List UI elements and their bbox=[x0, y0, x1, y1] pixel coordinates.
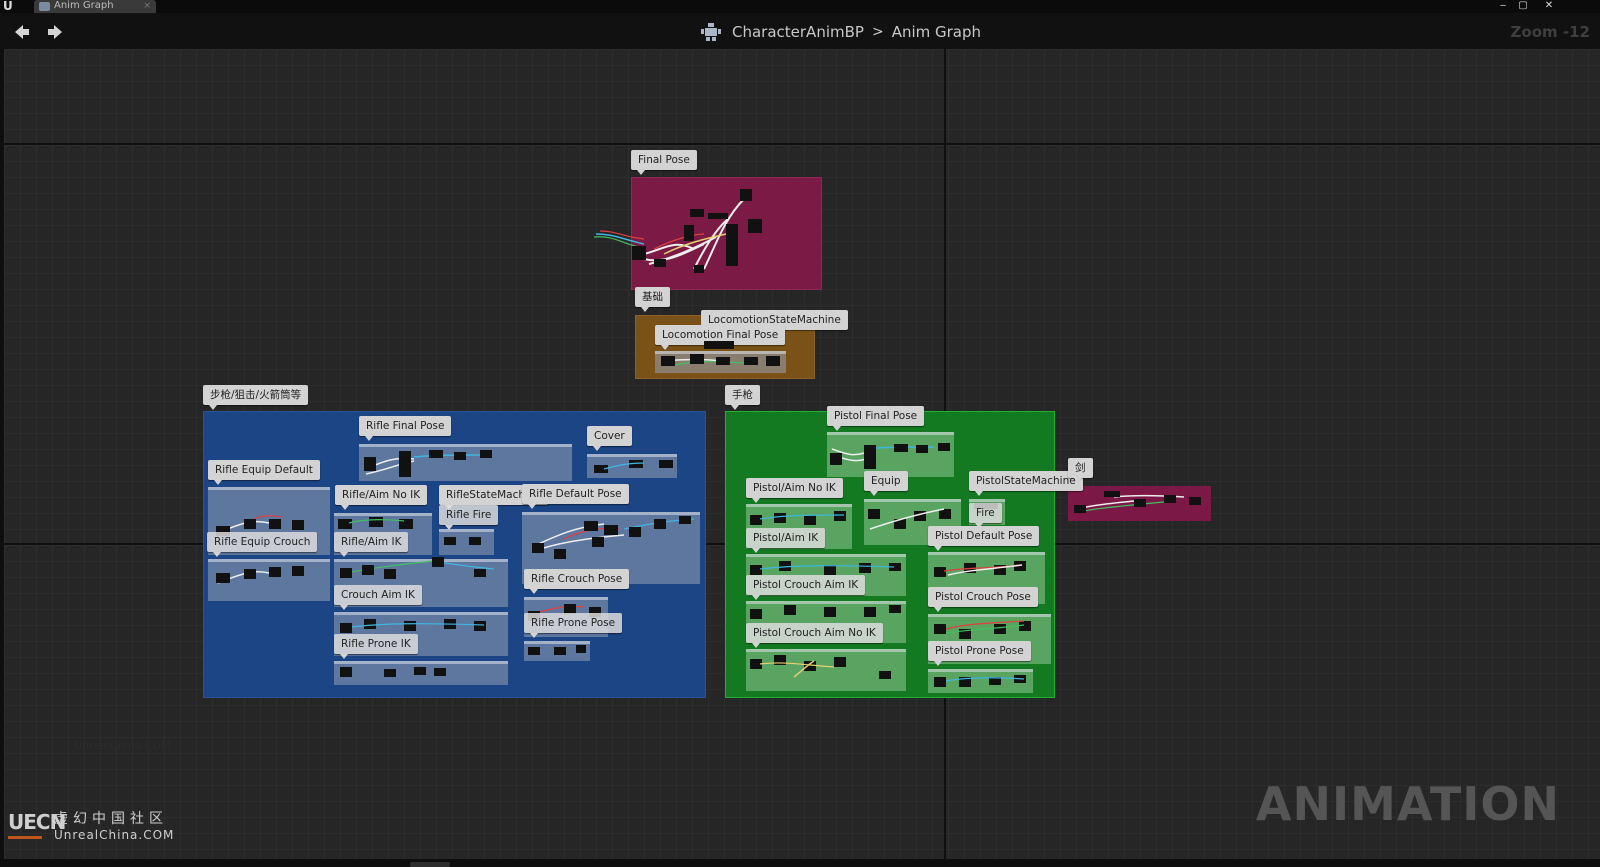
comment-label-rifle-prone-ik[interactable]: Rifle Prone IK bbox=[334, 634, 418, 659]
comment-label-pistol-crouch-pose[interactable]: Pistol Crouch Pose bbox=[928, 587, 1038, 612]
comment-label-pistol-crouch-aim[interactable]: Pistol Crouch Aim IK bbox=[746, 575, 866, 600]
subcomment-pistol-crouch-no-ik[interactable] bbox=[746, 649, 906, 691]
comment-label-rifle-crouch-pose[interactable]: Rifle Crouch Pose bbox=[524, 569, 630, 594]
comment-label-sword-group[interactable]: 剑 bbox=[1068, 458, 1093, 483]
unrealchina-brand: UECN 虚幻中国社区 UnrealChina.COM bbox=[8, 806, 188, 846]
comment-label-rifle-equip-default[interactable]: Rifle Equip Default bbox=[208, 460, 320, 485]
comment-label-locomotion-final[interactable]: Locomotion Final Pose bbox=[655, 325, 786, 350]
faint-watermark: UnrealChina.COM bbox=[74, 739, 171, 752]
back-button[interactable] bbox=[13, 23, 31, 41]
comment-label-rifle-final[interactable]: Rifle Final Pose bbox=[359, 416, 452, 441]
graph-canvas[interactable]: Final Pose 基础 LocomotionStateMachine Loc… bbox=[4, 49, 1600, 859]
comment-label-pistol-aim-ik[interactable]: Pistol/Aim IK bbox=[746, 528, 826, 553]
arrow-right-icon bbox=[48, 25, 62, 39]
forward-button[interactable] bbox=[46, 23, 64, 41]
comment-label-rifle-prone-pose[interactable]: Rifle Prone Pose bbox=[524, 613, 623, 638]
bottom-scrollbar[interactable] bbox=[0, 859, 1600, 867]
subcomment-cover[interactable] bbox=[587, 454, 677, 478]
breadcrumb-separator: > bbox=[871, 24, 884, 40]
comment-label-base[interactable]: 基础 bbox=[635, 287, 670, 312]
subcomment-rifle-final[interactable] bbox=[359, 444, 572, 481]
unreal-logo-icon: U bbox=[3, 0, 13, 13]
subcomment-rifle-prone-pose[interactable] bbox=[524, 641, 590, 661]
breadcrumb-graph[interactable]: Anim Graph bbox=[892, 23, 981, 41]
comment-label-rifle-default-pose[interactable]: Rifle Default Pose bbox=[522, 484, 629, 509]
close-window-button[interactable]: ✕ bbox=[1540, 0, 1558, 13]
logo-underline bbox=[8, 836, 42, 839]
comment-label-fire[interactable]: Fire bbox=[969, 503, 1002, 528]
comment-sword-group[interactable] bbox=[1068, 486, 1211, 521]
tab-close-icon[interactable]: × bbox=[143, 0, 151, 12]
tab-label: Anim Graph bbox=[54, 0, 114, 11]
zoom-level: Zoom -12 bbox=[1510, 23, 1590, 41]
comment-label-pistol-final[interactable]: Pistol Final Pose bbox=[827, 406, 925, 431]
character-blueprint-icon bbox=[701, 23, 721, 41]
comment-label-pistol-group[interactable]: 手枪 bbox=[725, 385, 760, 410]
comment-label-final-pose[interactable]: Final Pose bbox=[631, 150, 697, 175]
animation-watermark: ANIMATION bbox=[1255, 777, 1560, 831]
subcomment-rifle-fire[interactable] bbox=[439, 529, 494, 555]
brand-domain: UnrealChina.COM bbox=[54, 828, 175, 842]
breadcrumb-blueprint[interactable]: CharacterAnimBP bbox=[732, 23, 864, 41]
comment-label-cover[interactable]: Cover bbox=[587, 426, 632, 451]
arrow-left-icon bbox=[15, 25, 29, 39]
comment-label-crouch-aim-ik[interactable]: Crouch Aim IK bbox=[334, 585, 422, 610]
title-bar: U Anim Graph × ‒ ▢ ✕ bbox=[0, 0, 1600, 13]
comment-label-rifle-aim-no-ik[interactable]: Rifle/Aim No IK bbox=[335, 485, 428, 510]
comment-label-rifle-fire[interactable]: Rifle Fire bbox=[439, 505, 499, 530]
comment-label-pistol-aim-no-ik[interactable]: Pistol/Aim No IK bbox=[746, 478, 843, 503]
scrollbar-thumb[interactable] bbox=[410, 862, 450, 867]
comment-label-rifle-equip-crouch[interactable]: Rifle Equip Crouch bbox=[207, 532, 318, 557]
comment-final-pose[interactable] bbox=[631, 177, 822, 290]
comment-label-pistol-prone-pose[interactable]: Pistol Prone Pose bbox=[928, 641, 1031, 666]
subcomment-pistol-prone-pose[interactable] bbox=[928, 669, 1033, 693]
graph-toolbar: CharacterAnimBP > Anim Graph Zoom -12 bbox=[0, 13, 1600, 49]
anim-graph-icon bbox=[39, 2, 50, 11]
subcomment-rifle-equip-crouch[interactable] bbox=[208, 559, 330, 601]
comment-label-rifle-group[interactable]: 步枪/狙击/火箭筒等 bbox=[203, 385, 309, 410]
comment-label-pistol-default-pose[interactable]: Pistol Default Pose bbox=[928, 526, 1040, 551]
maximize-button[interactable]: ▢ bbox=[1514, 0, 1532, 13]
comment-label-rifle-aim-ik[interactable]: Rifle/Aim IK bbox=[334, 532, 409, 557]
subcomment-locomotion-final[interactable] bbox=[655, 351, 786, 373]
subcomment-rifle-prone-ik[interactable] bbox=[334, 661, 508, 685]
comment-label-pistol-state-machine[interactable]: PistolStateMachine bbox=[969, 471, 1083, 496]
comment-label-equip[interactable]: Equip bbox=[864, 471, 908, 496]
breadcrumb: CharacterAnimBP > Anim Graph bbox=[700, 21, 981, 43]
minimize-button[interactable]: ‒ bbox=[1494, 0, 1512, 13]
brand-chinese-name: 虚幻中国社区 bbox=[54, 811, 168, 827]
tab-anim-graph[interactable]: Anim Graph × bbox=[34, 0, 156, 13]
comment-label-pistol-crouch-no-ik[interactable]: Pistol Crouch Aim No IK bbox=[746, 623, 883, 648]
